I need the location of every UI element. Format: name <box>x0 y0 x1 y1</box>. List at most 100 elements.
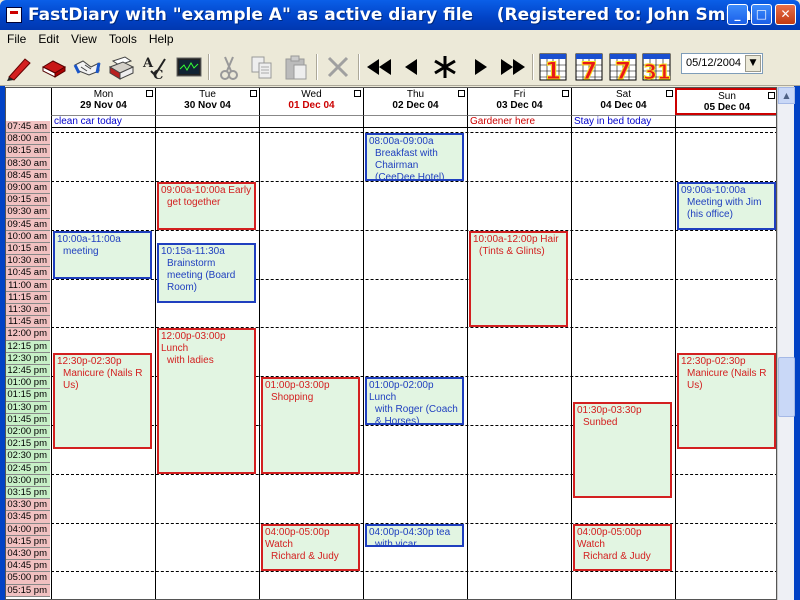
day-header[interactable]: Tue 30 Nov 04 <box>155 88 259 115</box>
vertical-scrollbar[interactable]: ▲ <box>777 87 795 600</box>
back-icon[interactable] <box>396 52 426 82</box>
day-header[interactable]: Fri 03 Dec 04 <box>467 88 571 115</box>
title-bar[interactable]: FastDiary with "example A" as active dia… <box>0 0 800 30</box>
menu-view[interactable]: View <box>64 30 102 46</box>
menu-tools[interactable]: Tools <box>102 30 142 46</box>
time-slot-label: 02:00 pm <box>6 426 50 439</box>
day-note[interactable] <box>675 115 776 128</box>
svg-text:1: 1 <box>545 57 562 82</box>
handshake-icon[interactable] <box>72 52 102 82</box>
day-header[interactable]: Mon 29 Nov 04 <box>51 88 155 115</box>
toolbar-separator <box>358 54 360 80</box>
window-title: FastDiary with "example A" as active dia… <box>28 5 760 25</box>
appointment[interactable]: 01:00p-02:00p Lunch with Roger (Coach & H… <box>365 377 464 425</box>
maximize-button[interactable]: □ <box>751 4 772 25</box>
appointment[interactable]: 10:15a-11:30a Brainstorm meeting (Board R… <box>157 243 256 303</box>
appointment-description: Shopping <box>271 392 314 404</box>
today-star-icon[interactable] <box>430 52 460 82</box>
day-name: Wed <box>301 89 322 100</box>
day-header[interactable]: Wed 01 Dec 04 <box>259 88 363 115</box>
appointment-description: Sunbed <box>583 416 618 428</box>
date-picker[interactable]: 05/12/2004 ▼ <box>681 53 763 74</box>
app-icon[interactable] <box>6 7 22 23</box>
time-slot-label: 10:45 am <box>6 267 50 280</box>
scroll-up-icon[interactable]: ▲ <box>778 87 795 104</box>
close-button[interactable]: ✕ <box>775 4 796 25</box>
paste-icon[interactable] <box>281 52 311 82</box>
menu-edit[interactable]: Edit <box>31 30 64 46</box>
time-slot-label: 12:15 pm <box>6 340 50 353</box>
day-checkbox[interactable] <box>146 90 153 97</box>
time-slot-label: 02:45 pm <box>6 462 50 475</box>
delete-icon[interactable] <box>323 52 353 82</box>
fast-forward-icon[interactable] <box>498 52 528 82</box>
day-column[interactable] <box>467 128 571 599</box>
hour-gridline <box>51 229 776 231</box>
day-header[interactable]: Sat 04 Dec 04 <box>571 88 675 115</box>
day-checkbox[interactable] <box>458 90 465 97</box>
appointment-time: 10:00a-11:00a <box>57 233 121 245</box>
day-checkbox[interactable] <box>354 90 361 97</box>
appointment[interactable]: 04:00p-04:30p tea with vicar <box>365 523 464 547</box>
day-note[interactable]: Stay in bed today <box>571 115 675 128</box>
appointment[interactable]: 09:00a-10:00a Meeting with Jim (his offic… <box>677 182 776 230</box>
appointment[interactable]: 01:00p-03:00p Shopping <box>261 377 360 474</box>
week-grid: 07:45 am 08:00 am 08:15 am 08:30 am 08:45 am… <box>5 87 777 600</box>
book-icon[interactable] <box>38 52 68 82</box>
appointment-time: 12:30p-02:30p <box>681 355 746 367</box>
view-7-day-icon[interactable]: 7 <box>574 52 604 82</box>
day-note[interactable] <box>363 115 467 128</box>
minimize-button[interactable]: _ <box>727 4 748 25</box>
cut-icon[interactable] <box>214 52 244 82</box>
appointment[interactable]: 10:00a-12:00p Hair (Tints & Glints) <box>469 230 568 328</box>
appointment-description: with ladies <box>167 355 214 367</box>
time-slot-label: 07:45 am <box>6 121 50 134</box>
printer-icon[interactable] <box>106 52 136 82</box>
view-31-day-icon[interactable]: 31 <box>642 52 672 82</box>
pencil-icon[interactable] <box>4 52 34 82</box>
chevron-down-icon[interactable]: ▼ <box>745 55 761 72</box>
menu-file[interactable]: File <box>0 30 31 46</box>
appointment[interactable]: 09:00a-10:00a Early get together <box>157 182 256 230</box>
appointment-description: Manicure (Nails R Us) <box>63 367 143 391</box>
appointment-time: 04:00p-05:00p Watch <box>265 526 330 550</box>
time-slot-label: 09:30 am <box>6 206 50 219</box>
time-slot-label: 01:15 pm <box>6 389 50 402</box>
appointment[interactable]: 08:00a-09:00a Breakfast with Chairman (Ce… <box>365 133 464 181</box>
view-1-day-icon[interactable]: 1 <box>538 52 568 82</box>
time-slot-label: 03:45 pm <box>6 511 50 524</box>
appointment[interactable]: 10:00a-11:00a meeting <box>53 230 152 279</box>
scroll-thumb[interactable] <box>778 357 795 417</box>
appointment[interactable]: 04:00p-05:00p Watch Richard & Judy <box>573 523 672 572</box>
appointment-time: 10:15a-11:30a <box>161 246 225 257</box>
day-date: 30 Nov 04 <box>184 100 231 111</box>
monitor-icon[interactable] <box>174 52 204 82</box>
forward-icon[interactable] <box>466 52 496 82</box>
appointment[interactable]: 04:00p-05:00p Watch Richard & Judy <box>261 523 360 572</box>
svg-text:7: 7 <box>615 57 632 82</box>
menu-bar: File Edit View Tools Help <box>0 30 800 48</box>
appointment[interactable]: 12:30p-02:30p Manicure (Nails R Us) <box>677 352 776 450</box>
view-7-day-alt-icon[interactable]: 7 <box>608 52 638 82</box>
day-note[interactable] <box>259 115 363 128</box>
rewind-icon[interactable] <box>364 52 394 82</box>
day-header[interactable]: Thu 02 Dec 04 <box>363 88 467 115</box>
day-checkbox[interactable] <box>250 90 257 97</box>
day-checkbox[interactable] <box>768 92 775 99</box>
day-note[interactable]: clean car today <box>51 115 155 128</box>
time-slot-label: 09:45 am <box>6 218 50 231</box>
appointment-description: Breakfast with Chairman (CeeDee Hotel) <box>375 148 445 181</box>
day-note[interactable]: Gardener here <box>467 115 571 128</box>
spellcheck-icon[interactable]: AC <box>140 52 170 82</box>
time-slot-label: 08:30 am <box>6 157 50 170</box>
day-header[interactable]: Sun 05 Dec 04 <box>675 88 776 115</box>
appointment[interactable]: 12:00p-03:00p Lunch with ladies <box>157 328 256 474</box>
appointment[interactable]: 12:30p-02:30p Manicure (Nails R Us) <box>53 352 152 450</box>
copy-icon[interactable] <box>247 52 277 82</box>
day-note[interactable] <box>155 115 259 128</box>
day-checkbox[interactable] <box>562 90 569 97</box>
day-checkbox[interactable] <box>666 90 673 97</box>
appointment[interactable]: 01:30p-03:30p Sunbed <box>573 401 672 499</box>
appointment-time: 04:00p-05:00p Watch <box>577 526 642 550</box>
menu-help[interactable]: Help <box>142 30 179 46</box>
